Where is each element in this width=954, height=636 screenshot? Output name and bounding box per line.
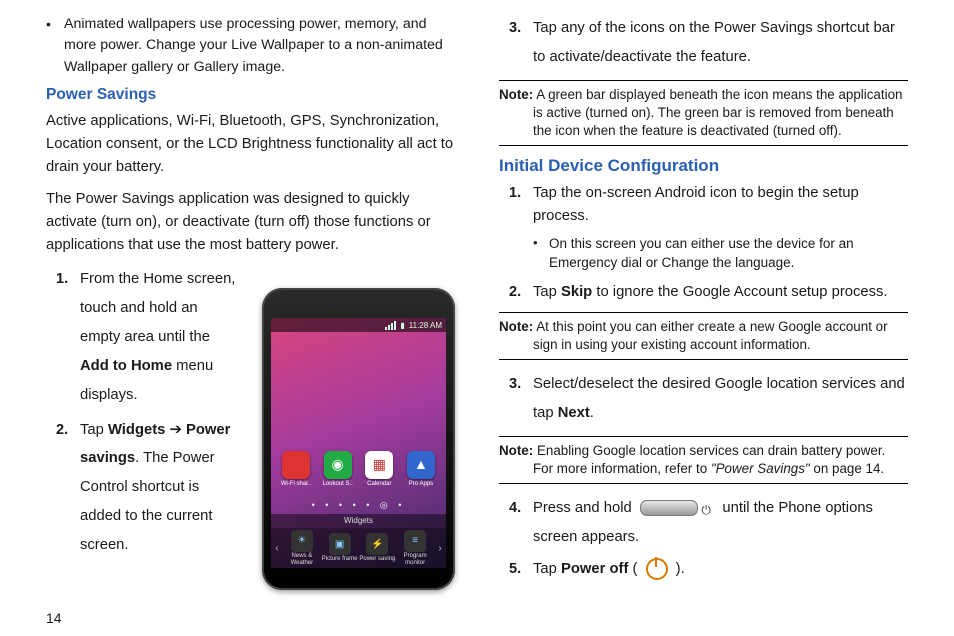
widget-label: Program monitor xyxy=(404,553,427,566)
app-icon: ▦Calendar xyxy=(360,451,398,495)
idc-steps-4: 4. Press and hold until the Phone option… xyxy=(499,494,908,581)
idc-step-4: 4. Press and hold until the Phone option… xyxy=(499,494,908,552)
power-savings-steps: 1. From the Home screen, touch and hold … xyxy=(46,265,236,559)
step-number: 2. xyxy=(46,416,80,560)
left-column: • Animated wallpapers use processing pow… xyxy=(46,14,477,628)
phone-screen: ▮ 11:28 AM Wi-Fi shar.. ◉Lookout S.. ▦Ca… xyxy=(271,318,446,568)
t: ). xyxy=(672,561,685,577)
power-key-icon xyxy=(640,500,698,516)
app-label: Pro Apps xyxy=(409,481,433,487)
note-text: At this point you can either create a ne… xyxy=(533,319,888,352)
chevron-left-icon: ‹ xyxy=(271,543,283,554)
t-bold: Power off xyxy=(561,561,628,577)
widget-item: ≡Program monitor xyxy=(396,530,434,566)
t-bold: Next xyxy=(558,405,590,421)
widget-item: ▣Picture frame xyxy=(321,533,359,563)
page-indicator: • • • • • ◎ • xyxy=(271,500,446,511)
t: Tap xyxy=(533,561,561,577)
power-savings-p2: The Power Savings application was design… xyxy=(46,188,455,257)
phone-screenshot: ▮ 11:28 AM Wi-Fi shar.. ◉Lookout S.. ▦Ca… xyxy=(262,288,455,590)
app-icon: Wi-Fi shar.. xyxy=(277,451,315,495)
note-text: A green bar displayed beneath the icon m… xyxy=(533,87,902,138)
t-bold: Widgets xyxy=(108,422,165,438)
idc-step-2: 2. Tap Skip to ignore the Google Account… xyxy=(499,281,908,304)
app-label: Wi-Fi shar.. xyxy=(281,481,311,487)
t: Tap xyxy=(533,284,561,300)
power-off-icon xyxy=(646,558,668,580)
idc-step-4-text: Press and hold until the Phone options s… xyxy=(533,494,908,552)
step-number: 4. xyxy=(499,494,533,552)
note-ref: "Power Savings" xyxy=(711,461,810,476)
step-3-text: Tap any of the icons on the Power Saving… xyxy=(533,14,908,72)
idc-steps-2: 2. Tap Skip to ignore the Google Account… xyxy=(499,281,908,304)
step-1: 1. From the Home screen, touch and hold … xyxy=(46,265,236,409)
idc-step-1: 1. Tap the on-screen Android icon to beg… xyxy=(499,182,908,228)
t-bold: Add to Home xyxy=(80,358,172,374)
idc-steps-3: 3. Select/deselect the desired Google lo… xyxy=(499,370,908,428)
t: Press and hold xyxy=(533,500,636,516)
step-2: 2. Tap Widgets ➔ Power savings. The Powe… xyxy=(46,416,236,560)
step-3: 3. Tap any of the icons on the Power Sav… xyxy=(499,14,908,72)
battery-icon: ▮ xyxy=(400,321,404,330)
widget-label: Power saving xyxy=(359,556,395,562)
arrow: ➔ xyxy=(165,422,186,438)
idc-step-5-text: Tap Power off ( ). xyxy=(533,558,908,581)
note-label: Note: xyxy=(499,319,533,334)
step-number: 1. xyxy=(499,182,533,228)
step-number: 2. xyxy=(499,281,533,304)
idc-step-3-text: Select/deselect the desired Google locat… xyxy=(533,370,908,428)
note-google-account: Note: At this point you can either creat… xyxy=(499,312,908,360)
idc-step-3: 3. Select/deselect the desired Google lo… xyxy=(499,370,908,428)
note-green-bar: Note: A green bar displayed beneath the … xyxy=(499,80,908,146)
app-icon: ▲Pro Apps xyxy=(402,451,440,495)
t: ( xyxy=(628,561,641,577)
heading-power-savings: Power Savings xyxy=(46,86,455,104)
t: Tap xyxy=(80,422,108,438)
t-bold: Skip xyxy=(561,284,592,300)
step-number: 5. xyxy=(499,558,533,581)
t: From the Home screen, touch and hold an … xyxy=(80,271,235,345)
widgets-row: ‹ ☀News & Weather ▣Picture frame ⚡Power … xyxy=(271,528,446,568)
step-2-text: Tap Widgets ➔ Power savings. The Power C… xyxy=(80,416,236,560)
phone-status-bar: ▮ 11:28 AM xyxy=(271,318,446,332)
page-number: 14 xyxy=(46,610,62,626)
phone-clock: 11:28 AM xyxy=(409,321,442,330)
wallpaper-tip-bullet: • Animated wallpapers use processing pow… xyxy=(46,14,455,78)
widget-label: Picture frame xyxy=(322,556,358,562)
step-1-text: From the Home screen, touch and hold an … xyxy=(80,265,236,409)
chevron-right-icon: › xyxy=(434,543,446,554)
step-number: 1. xyxy=(46,265,80,409)
note-text: on page 14. xyxy=(810,461,884,476)
idc-step-1-sub: • On this screen you can either use the … xyxy=(533,234,908,273)
idc-step-2-text: Tap Skip to ignore the Google Account se… xyxy=(533,281,908,304)
power-savings-p1: Active applications, Wi-Fi, Bluetooth, G… xyxy=(46,110,455,179)
app-label: Calendar xyxy=(367,481,391,487)
app-label: Lookout S.. xyxy=(322,481,352,487)
step-number: 3. xyxy=(499,370,533,428)
widget-item: ☀News & Weather xyxy=(283,530,321,566)
right-column: 3. Tap any of the icons on the Power Sav… xyxy=(477,14,908,628)
idc-steps: 1. Tap the on-screen Android icon to beg… xyxy=(499,182,908,228)
widget-label: News & Weather xyxy=(291,553,314,566)
bullet-dot: • xyxy=(533,234,549,273)
widgets-header: Widgets xyxy=(271,514,446,528)
idc-step-1-text: Tap the on-screen Android icon to begin … xyxy=(533,182,908,228)
manual-page: • Animated wallpapers use processing pow… xyxy=(0,0,954,636)
note-location-services: Note: Enabling Google location services … xyxy=(499,436,908,484)
note-label: Note: xyxy=(499,87,533,102)
step-number: 3. xyxy=(499,14,533,72)
note-label: Note: xyxy=(499,443,533,458)
heading-initial-device-config: Initial Device Configuration xyxy=(499,156,908,176)
idc-step-5: 5. Tap Power off ( ). xyxy=(499,558,908,581)
idc-step-1-sub-text: On this screen you can either use the de… xyxy=(549,234,908,273)
app-icon: ◉Lookout S.. xyxy=(319,451,357,495)
signal-icon xyxy=(385,321,396,330)
phone-app-row: Wi-Fi shar.. ◉Lookout S.. ▦Calendar ▲Pro… xyxy=(277,451,440,495)
t: . xyxy=(590,405,594,421)
power-savings-steps-cont: 3. Tap any of the icons on the Power Sav… xyxy=(499,14,908,72)
wallpaper-tip-text: Animated wallpapers use processing power… xyxy=(64,14,455,78)
bullet-dot: • xyxy=(46,14,64,78)
widget-item: ⚡Power saving xyxy=(359,533,397,563)
t: to ignore the Google Account setup proce… xyxy=(592,284,887,300)
